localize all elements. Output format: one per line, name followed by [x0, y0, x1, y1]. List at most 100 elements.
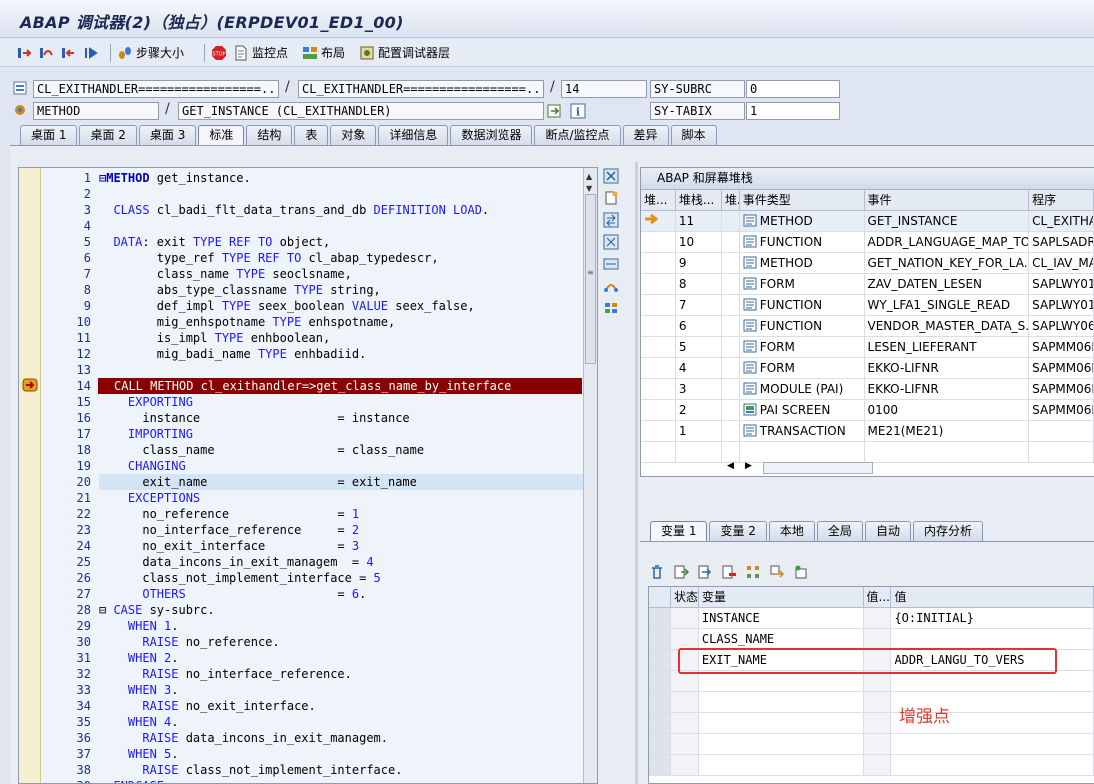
table-row[interactable]: 4 FORM EKKO-LIFNR SAPMM06E: [641, 358, 1094, 379]
code-line[interactable]: 25 data_incons_in_exit_managem = 4: [19, 554, 589, 570]
code-line[interactable]: 39 ENDCASE.: [19, 778, 589, 783]
source-code-editor[interactable]: 1 ⊟METHOD get_instance. 2 3 CLASS cl_badi_f…: [18, 167, 598, 784]
export-icon[interactable]: [696, 563, 714, 581]
code-line[interactable]: 13: [19, 362, 589, 378]
code-line[interactable]: 24 no_exit_interface = 3: [19, 538, 589, 554]
code-line[interactable]: 26 class_not_implement_interface = 5: [19, 570, 589, 586]
table-row[interactable]: [649, 713, 1094, 734]
layout-button[interactable]: 布局: [302, 44, 345, 61]
configure-layers-button[interactable]: 配置调试器层: [359, 44, 450, 61]
var-cell-name[interactable]: [698, 713, 864, 733]
code-line[interactable]: 27 OTHERS = 6.: [19, 586, 589, 602]
code-line[interactable]: 37 WHEN 5.: [19, 746, 589, 762]
row-selector[interactable]: [649, 755, 671, 775]
import-icon[interactable]: [672, 563, 690, 581]
scroll-right-icon[interactable]: ▶: [745, 461, 752, 471]
continue-icon[interactable]: [82, 45, 98, 61]
table-row[interactable]: 7 FUNCTION WY_LFA1_SINGLE_READ SAPLWY01: [641, 295, 1094, 316]
row-selector[interactable]: [649, 692, 671, 712]
code-line[interactable]: 35 WHEN 4.: [19, 714, 589, 730]
info-icon[interactable]: i: [570, 103, 586, 119]
transfer-icon[interactable]: [768, 563, 786, 581]
var-cell-name[interactable]: [698, 755, 864, 775]
table-row[interactable]: 3 MODULE (PAI) EKKO-LIFNR SAPMM06E: [641, 379, 1094, 400]
tab-9[interactable]: 断点/监控点: [534, 125, 621, 145]
stack-col-header[interactable]: 堆...: [641, 190, 676, 210]
code-line[interactable]: 7 class_name TYPE seoclsname,: [19, 266, 589, 282]
var-tab-1[interactable]: 变量 2: [709, 521, 767, 541]
tab-11[interactable]: 脚本: [670, 125, 717, 145]
stack-col-header[interactable]: 事件: [865, 190, 1030, 210]
code-line[interactable]: 6 type_ref TYPE REF TO cl_abap_typedescr…: [19, 250, 589, 266]
var-cell-name[interactable]: INSTANCE: [698, 608, 864, 628]
code-line[interactable]: 1 ⊟METHOD get_instance.: [19, 170, 589, 186]
code-line[interactable]: 28 ⊟ CASE sy-subrc.: [19, 602, 589, 618]
var-tab-0[interactable]: 变量 1: [650, 521, 708, 541]
sy-subrc-value[interactable]: 0: [746, 80, 840, 98]
row-selector[interactable]: [649, 629, 671, 649]
code-line[interactable]: 36 RAISE data_incons_in_exit_managem.: [19, 730, 589, 746]
scroll-thumb[interactable]: [763, 462, 873, 474]
scroll-left-icon[interactable]: ◀: [727, 461, 734, 471]
tab-7[interactable]: 详细信息: [378, 125, 449, 145]
var-cell-value[interactable]: [891, 629, 1094, 649]
table-row[interactable]: 10 FUNCTION ADDR_LANGUAGE_MAP_TO... SAPLSAD…: [641, 232, 1094, 253]
table-row[interactable]: 11 METHOD GET_INSTANCE CL_EXITHA: [641, 211, 1094, 232]
row-selector[interactable]: [649, 608, 671, 628]
code-line[interactable]: 14 CALL METHOD cl_exithandler=>get_class_…: [19, 378, 589, 394]
stop-icon[interactable]: STOP: [211, 45, 227, 61]
code-line[interactable]: 33 WHEN 3.: [19, 682, 589, 698]
code-line[interactable]: 23 no_interface_reference = 2: [19, 522, 589, 538]
tab-8[interactable]: 数据浏览器: [450, 125, 533, 145]
tab-5[interactable]: 表: [294, 125, 329, 145]
var-cell-value[interactable]: {O:INITIAL}: [891, 608, 1094, 628]
swap-tool-icon[interactable]: [602, 211, 620, 229]
table-row[interactable]: 8 FORM ZAV_DATEN_LESEN SAPLWY01: [641, 274, 1094, 295]
table-row[interactable]: 9 METHOD GET_NATION_KEY_FOR_LA... CL_IAV_MA: [641, 253, 1094, 274]
settings-tool-icon[interactable]: [602, 299, 620, 317]
step-return-icon[interactable]: [60, 45, 76, 61]
row-selector[interactable]: [649, 713, 671, 733]
tab-1[interactable]: 桌面 2: [79, 125, 137, 145]
full-screen-tool-icon[interactable]: [602, 255, 620, 273]
code-line[interactable]: 32 RAISE no_interface_reference.: [19, 666, 589, 682]
row-selector[interactable]: [649, 734, 671, 754]
stack-col-header[interactable]: 堆栈...: [676, 190, 722, 210]
tree-icon[interactable]: [744, 563, 762, 581]
step-over-icon[interactable]: [38, 45, 54, 61]
var-cell-name[interactable]: CLASS_NAME: [698, 629, 864, 649]
tab-0[interactable]: 桌面 1: [20, 125, 78, 145]
code-line[interactable]: 20 exit_name = exit_name: [19, 474, 589, 490]
table-row[interactable]: 5 FORM LESEN_LIEFERANT SAPMM06E: [641, 337, 1094, 358]
stack-col-header[interactable]: 事件类型: [740, 190, 865, 210]
code-line[interactable]: 2: [19, 186, 589, 202]
row-selector[interactable]: [649, 650, 671, 670]
include-field[interactable]: CL_EXITHANDLER=================...: [298, 80, 544, 98]
code-line[interactable]: 3 CLASS cl_badi_flt_data_trans_and_db DE…: [19, 202, 589, 218]
var-cell-name[interactable]: [698, 734, 864, 754]
var-cell-name[interactable]: [698, 671, 864, 691]
code-line[interactable]: 12 mig_badi_name TYPE enhbadiid.: [19, 346, 589, 362]
code-line[interactable]: 30 RAISE no_reference.: [19, 634, 589, 650]
code-line[interactable]: 5 DATA: exit TYPE REF TO object,: [19, 234, 589, 250]
var-cell-name[interactable]: [698, 692, 864, 712]
stack-horizontal-scrollbar[interactable]: ◀ ▶: [723, 460, 1094, 476]
code-line[interactable]: 22 no_reference = 1: [19, 506, 589, 522]
sy-tabix-value[interactable]: 1: [746, 102, 840, 120]
code-line[interactable]: 34 RAISE no_exit_interface.: [19, 698, 589, 714]
code-line[interactable]: 29 WHEN 1.: [19, 618, 589, 634]
code-line[interactable]: 38 RAISE class_not_implement_interface.: [19, 762, 589, 778]
code-line[interactable]: 9 def_impl TYPE seex_boolean VALUE seex_…: [19, 298, 589, 314]
var-tab-2[interactable]: 本地: [768, 521, 815, 541]
code-line[interactable]: 11 is_impl TYPE enhboolean,: [19, 330, 589, 346]
program-field[interactable]: CL_EXITHANDLER=================...: [33, 80, 279, 98]
step-into-icon[interactable]: [16, 45, 32, 61]
tab-6[interactable]: 对象: [330, 125, 377, 145]
var-cell-value[interactable]: [891, 755, 1094, 775]
var-tab-4[interactable]: 自动: [864, 521, 911, 541]
var-tab-3[interactable]: 全局: [816, 521, 863, 541]
code-line[interactable]: 18 class_name = class_name: [19, 442, 589, 458]
tab-3[interactable]: 标准: [198, 125, 245, 145]
code-line[interactable]: 4: [19, 218, 589, 234]
event-type-field[interactable]: METHOD: [33, 102, 159, 120]
